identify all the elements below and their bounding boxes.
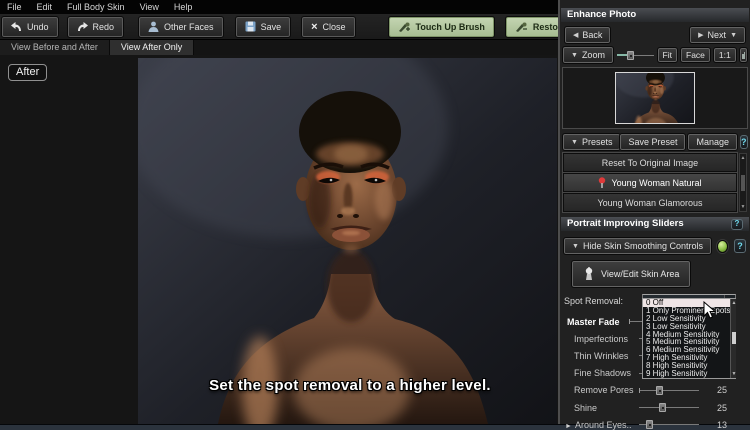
skin-smoothing-enabled-indicator[interactable]	[717, 239, 729, 253]
person-icon	[148, 21, 159, 32]
menu-view[interactable]: View	[140, 2, 159, 12]
nav-row: ◀ Back ▶ Next ▼	[560, 22, 750, 44]
skin-help-button[interactable]: ?	[734, 239, 746, 253]
view-edit-skin-area-button[interactable]: View/Edit Skin Area	[570, 260, 692, 288]
next-arrow-icon: ▶	[698, 32, 704, 39]
preset-list: Reset To Original Image Young Woman Natu…	[562, 152, 747, 213]
presets-expand-icon: ▼	[571, 138, 578, 146]
save-button[interactable]: Save	[234, 15, 292, 38]
save-icon	[245, 21, 256, 32]
brush-minus-icon	[515, 21, 528, 32]
view-tabs: View Before and After View After Only	[0, 40, 558, 55]
zoom-expand-icon: ▼	[571, 51, 578, 59]
toolbar: Undo Redo Other Faces Save × Close Touch…	[0, 14, 679, 40]
menu-edit[interactable]: Edit	[37, 2, 53, 12]
next-dropdown-icon: ▼	[730, 31, 737, 39]
dropdown-scrollbar[interactable]: ▲ ▼	[730, 299, 737, 378]
image-canvas: After Set the spot removal to a higher l…	[0, 55, 558, 424]
save-preset-button[interactable]: Save Preset	[619, 133, 687, 151]
sliders-help-button[interactable]: ?	[731, 218, 743, 230]
menu-full-body-skin[interactable]: Full Body Skin	[67, 2, 125, 12]
option-2-low-sensitivity[interactable]: 2 Low Sensitivity	[643, 315, 730, 323]
pin-icon	[599, 177, 606, 188]
after-label: After	[8, 64, 48, 81]
navigator-box[interactable]	[562, 67, 748, 129]
scroll-down-icon[interactable]: ▼	[731, 371, 736, 377]
undo-button[interactable]: Undo	[1, 15, 59, 38]
slider-around-eyes: ► Around Eyes.. 13	[565, 419, 727, 430]
collapse-icon: ▼	[572, 242, 579, 250]
navigator-thumbnail[interactable]	[615, 72, 695, 124]
redo-icon	[77, 21, 88, 32]
scroll-down-icon[interactable]: ▼	[741, 204, 746, 210]
back-arrow-icon: ◀	[573, 32, 579, 39]
option-1-only-prominent-spots[interactable]: 1 Only Prominent Spots	[643, 307, 730, 315]
undo-icon	[11, 21, 22, 32]
option-6-medium-sensitivity[interactable]: 6 Medium Sensitivity	[643, 346, 730, 354]
right-panel: Enhance Photo ◀ Back ▶ Next ▼ ▼ Zoom Fit…	[558, 0, 750, 430]
airbrush-icon	[585, 267, 593, 280]
portrait-photo[interactable]	[138, 58, 557, 424]
manage-presets-button[interactable]: Manage	[687, 133, 739, 151]
menu-file[interactable]: File	[7, 2, 22, 12]
option-7-high-sensitivity[interactable]: 7 High Sensitivity	[643, 354, 730, 362]
option-3-low-sensitivity[interactable]: 3 Low Sensitivity	[643, 323, 730, 331]
zoom-slider-handle[interactable]	[627, 50, 635, 60]
menu-help[interactable]: Help	[174, 2, 193, 12]
pan-tool-button[interactable]	[738, 47, 749, 63]
tutorial-caption: Set the spot removal to a higher level.	[209, 377, 491, 394]
slider-shine: Shine 25	[574, 402, 727, 413]
redo-button[interactable]: Redo	[66, 15, 125, 38]
zoom-row: ▼ Zoom Fit Face 1:1	[560, 43, 750, 64]
spot-removal-label: Spot Removal:	[564, 296, 624, 306]
scroll-up-icon[interactable]: ▲	[731, 300, 736, 306]
close-icon: ×	[311, 20, 318, 33]
close-button[interactable]: × Close	[301, 15, 356, 38]
hide-skin-smoothing-button[interactable]: ▼ Hide Skin Smoothing Controls	[563, 237, 712, 255]
expand-icon[interactable]: ►	[565, 423, 572, 430]
preset-young-woman-natural[interactable]: Young Woman Natural	[562, 172, 738, 193]
view-edit-row: View/Edit Skin Area	[560, 254, 750, 288]
face-button[interactable]: Face	[680, 47, 711, 63]
enhance-photo-header: Enhance Photo	[561, 8, 749, 22]
presets-button[interactable]: ▼ Presets	[561, 133, 622, 151]
tab-view-after-only[interactable]: View After Only	[109, 40, 195, 55]
spot-removal-dropdown: 0 Off 1 Only Prominent Spots 2 Low Sensi…	[642, 298, 737, 379]
back-button[interactable]: ◀ Back	[563, 26, 612, 44]
touch-up-brush-button[interactable]: Touch Up Brush	[387, 15, 495, 38]
option-0-off[interactable]: 0 Off	[643, 299, 731, 307]
tab-view-before-and-after[interactable]: View Before and After	[0, 40, 110, 55]
zoom-slider[interactable]	[616, 50, 654, 60]
portrait-sliders-header: Portrait Improving Sliders ?	[561, 217, 749, 231]
next-button[interactable]: ▶ Next ▼	[689, 26, 746, 44]
other-faces-button[interactable]: Other Faces	[138, 15, 224, 38]
slider-remove-pores: Remove Pores 25	[574, 385, 727, 396]
hand-icon	[742, 52, 745, 59]
preset-list-scrollbar[interactable]: ▲ ▼	[739, 153, 747, 212]
presets-row: ▼ Presets Save Preset Manage ?	[560, 129, 750, 151]
preset-reset-to-original[interactable]: Reset To Original Image	[562, 152, 738, 173]
skin-smoothing-row: ▼ Hide Skin Smoothing Controls ?	[560, 231, 750, 255]
presets-help-button[interactable]: ?	[740, 135, 748, 149]
option-5-medium-sensitivity[interactable]: 5 Medium Sensitivity	[643, 338, 730, 346]
scroll-up-icon[interactable]: ▲	[741, 155, 746, 161]
mouse-cursor	[703, 300, 717, 325]
brush-plus-icon	[398, 21, 411, 32]
option-9-high-sensitivity[interactable]: 9 High Sensitivity	[643, 370, 730, 378]
one-to-one-button[interactable]: 1:1	[712, 47, 737, 63]
preset-young-woman-glamorous[interactable]: Young Woman Glamorous	[562, 192, 738, 213]
zoom-button[interactable]: ▼ Zoom	[562, 46, 614, 64]
fit-button[interactable]: Fit	[656, 47, 679, 63]
option-4-medium-sensitivity[interactable]: 4 Medium Sensitivity	[643, 331, 730, 339]
option-8-high-sensitivity[interactable]: 8 High Sensitivity	[643, 362, 730, 370]
